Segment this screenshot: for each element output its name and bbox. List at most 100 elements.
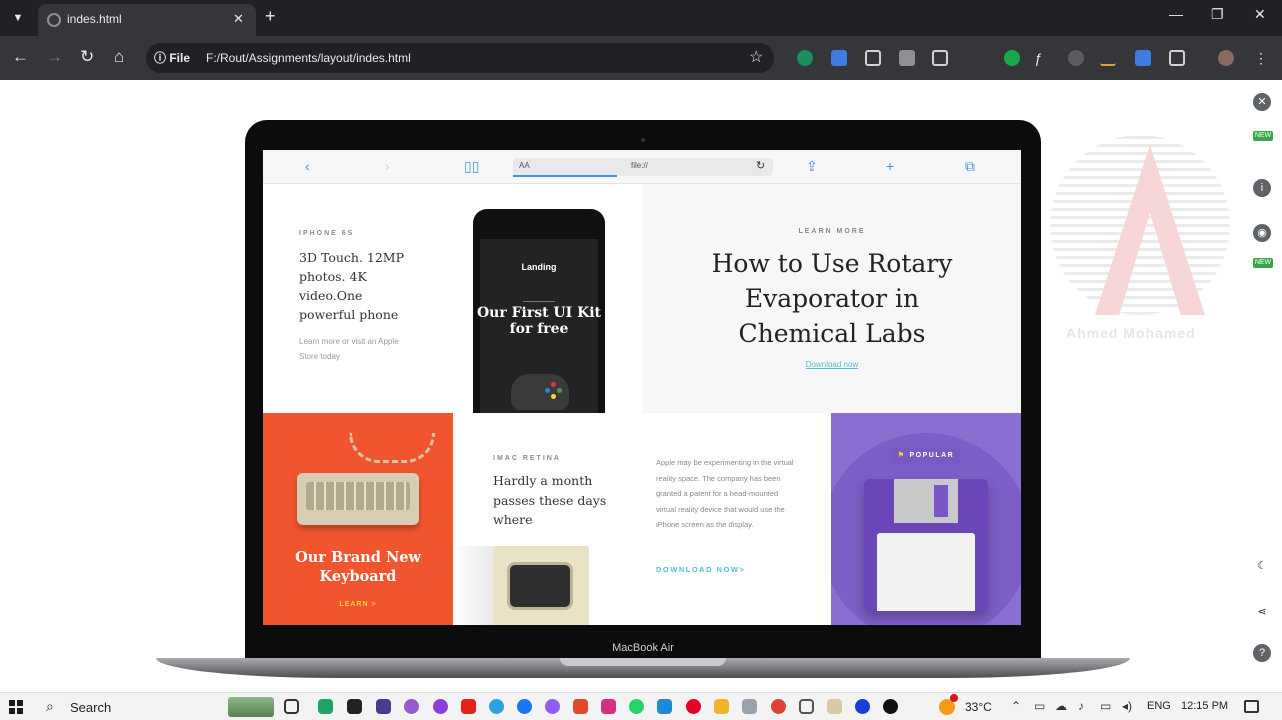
share-icon[interactable]: ⋖ bbox=[1253, 603, 1271, 621]
video-record-icon[interactable]: NEW bbox=[1253, 258, 1273, 268]
telegram-icon[interactable] bbox=[489, 699, 504, 714]
messenger-icon[interactable] bbox=[545, 699, 560, 714]
facebook-icon[interactable] bbox=[517, 699, 532, 714]
site-info-chip[interactable]: ⓘ File bbox=[154, 49, 190, 66]
phone-divider bbox=[523, 301, 555, 302]
app-gray-icon[interactable] bbox=[742, 699, 757, 714]
address-bar[interactable]: ⓘ File F:/Rout/Assignments/layout/indes.… bbox=[146, 43, 774, 73]
safari-back-icon[interactable]: ‹ bbox=[305, 158, 310, 174]
tab-title: indes.html bbox=[67, 12, 122, 26]
extension-circle-icon[interactable] bbox=[1068, 50, 1084, 66]
tray-chevron-up-icon[interactable]: ⌃ bbox=[1011, 699, 1021, 713]
gamepad-button-blue bbox=[545, 388, 550, 393]
safari-forward-icon[interactable]: › bbox=[385, 158, 390, 174]
taskbar-search[interactable]: ⌕ Search bbox=[36, 695, 274, 719]
iphone-eyebrow: IPHONE 6S bbox=[299, 230, 355, 237]
back-arrow-icon[interactable]: ← bbox=[12, 47, 29, 67]
extension-grammar-icon[interactable] bbox=[797, 50, 813, 66]
window-close-icon[interactable]: ✕ bbox=[1254, 6, 1266, 23]
safari-tabs-icon[interactable]: ⧉ bbox=[965, 158, 975, 175]
whatsapp-icon[interactable] bbox=[629, 699, 644, 714]
learn-more-title: How to Use Rotary Evaporator in Chemical… bbox=[711, 249, 953, 348]
instagram-icon[interactable] bbox=[601, 699, 616, 714]
tray-network-icon[interactable]: ▭ bbox=[1034, 699, 1045, 713]
app-messenger-purple-icon[interactable] bbox=[433, 699, 448, 714]
new-tab-plus-icon[interactable]: + bbox=[265, 6, 276, 27]
learn-more-eyebrow: LEARN MORE bbox=[798, 228, 866, 235]
extension-window-icon[interactable] bbox=[932, 50, 948, 66]
notion-icon[interactable] bbox=[799, 699, 814, 714]
app-blue-circle-icon[interactable] bbox=[855, 699, 870, 714]
new-feature-icon[interactable]: NEW bbox=[1253, 131, 1273, 141]
extension-function-icon[interactable]: ƒ bbox=[1034, 50, 1050, 66]
chrome-icon[interactable] bbox=[771, 699, 786, 714]
reload-icon[interactable]: ↻ bbox=[80, 47, 94, 67]
screenshot-camera-icon[interactable]: ◉ bbox=[1253, 224, 1271, 242]
hero-iphone: IPHONE 6S 3D Touch. 12MP photos. 4K vide… bbox=[263, 184, 643, 419]
search-icon: ⌕ bbox=[46, 698, 54, 714]
search-label: Search bbox=[70, 700, 112, 715]
forward-arrow-icon[interactable]: → bbox=[46, 47, 63, 67]
temperature[interactable]: 33°C bbox=[965, 700, 992, 714]
bookmark-star-icon[interactable]: ☆ bbox=[749, 47, 763, 67]
gamepad-icon bbox=[511, 374, 569, 410]
laptop-label: MacBook Air bbox=[612, 642, 674, 654]
notification-icon[interactable] bbox=[1244, 700, 1259, 713]
watermark-name: Ahmed Mohamed bbox=[1066, 325, 1196, 341]
app-s-icon[interactable] bbox=[573, 699, 588, 714]
minimize-icon[interactable]: — bbox=[1169, 6, 1183, 22]
kebab-menu-icon[interactable]: ⋮ bbox=[1253, 50, 1269, 66]
extension-line-icon[interactable] bbox=[1100, 50, 1116, 66]
close-circle-icon[interactable]: ✕ bbox=[1253, 93, 1271, 111]
extension-gray-icon[interactable] bbox=[899, 50, 915, 66]
extension-notion-icon[interactable] bbox=[865, 50, 881, 66]
extension-docs-icon[interactable] bbox=[1135, 50, 1151, 66]
app-purple-icon[interactable] bbox=[376, 699, 391, 714]
safari-toolbar: ‹ › ▯▯ AA file:// ↻ ⇪ + ⧉ bbox=[263, 150, 1021, 184]
download-now-cta[interactable]: DOWNLOAD NOW> bbox=[656, 565, 745, 574]
watermark-logo: Ahmed Mohamed bbox=[1040, 135, 1240, 355]
safari-bookmarks-icon[interactable]: ▯▯ bbox=[464, 158, 479, 175]
safari-url: file:// bbox=[631, 161, 648, 170]
safari-progress-line bbox=[513, 175, 617, 177]
info-icon[interactable]: i bbox=[1253, 179, 1271, 197]
home-icon[interactable]: ⌂ bbox=[114, 47, 124, 67]
windows-start-icon[interactable] bbox=[9, 700, 23, 714]
tray-cloud-icon[interactable]: ☁ bbox=[1055, 699, 1067, 713]
app-shield-icon[interactable] bbox=[827, 699, 842, 714]
dark-mode-moon-icon[interactable]: ☾ bbox=[1253, 557, 1271, 575]
app-black-circle-icon[interactable] bbox=[883, 699, 898, 714]
keyboard-title: Our Brand New Keyboard bbox=[295, 549, 421, 585]
help-icon[interactable]: ? bbox=[1253, 644, 1271, 662]
safari-reader-aa[interactable]: AA bbox=[519, 161, 530, 170]
google-drive-icon[interactable] bbox=[318, 699, 333, 714]
vscode-icon[interactable] bbox=[657, 699, 672, 714]
language-indicator[interactable]: ENG bbox=[1147, 700, 1171, 712]
safari-reload-icon[interactable]: ↻ bbox=[756, 159, 765, 172]
app-lightbulb-icon[interactable] bbox=[404, 699, 419, 714]
safari-address-bar[interactable]: AA file:// ↻ bbox=[513, 158, 773, 177]
extension-translate-icon[interactable] bbox=[831, 50, 847, 66]
restore-icon[interactable]: ❐ bbox=[1211, 6, 1224, 23]
safari-share-icon[interactable]: ⇪ bbox=[806, 158, 818, 175]
file-explorer-icon[interactable] bbox=[714, 699, 729, 714]
safari-new-tab-icon[interactable]: + bbox=[886, 158, 894, 174]
profile-avatar[interactable] bbox=[1218, 50, 1234, 66]
pinterest-icon[interactable] bbox=[686, 699, 701, 714]
tray-volume-icon[interactable]: ◂) bbox=[1122, 699, 1132, 713]
keyboard-learn-link[interactable]: LEARN > bbox=[263, 601, 453, 608]
youtube-icon[interactable] bbox=[461, 699, 476, 714]
tray-microphone-icon[interactable]: ♪ bbox=[1078, 699, 1084, 713]
extension-green-icon[interactable] bbox=[1004, 50, 1020, 66]
extensions-puzzle-icon[interactable] bbox=[1169, 50, 1185, 66]
task-view-icon[interactable] bbox=[284, 699, 299, 714]
close-icon[interactable]: ✕ bbox=[233, 11, 244, 27]
github-icon[interactable] bbox=[347, 699, 362, 714]
tab-indes-html[interactable]: indes.html ✕ bbox=[38, 4, 256, 36]
download-now-link[interactable]: Download now bbox=[643, 360, 1021, 369]
tab-search-chevron-icon[interactable]: ▼ bbox=[6, 6, 30, 30]
taskbar-clock[interactable]: 12:15 PM bbox=[1181, 700, 1228, 712]
apple-vr-text: Apple may be experimenting in the virtua… bbox=[656, 458, 794, 529]
imac-eyebrow: IMAC RETINA bbox=[493, 455, 561, 462]
tray-battery-icon[interactable]: ▭ bbox=[1100, 699, 1111, 713]
